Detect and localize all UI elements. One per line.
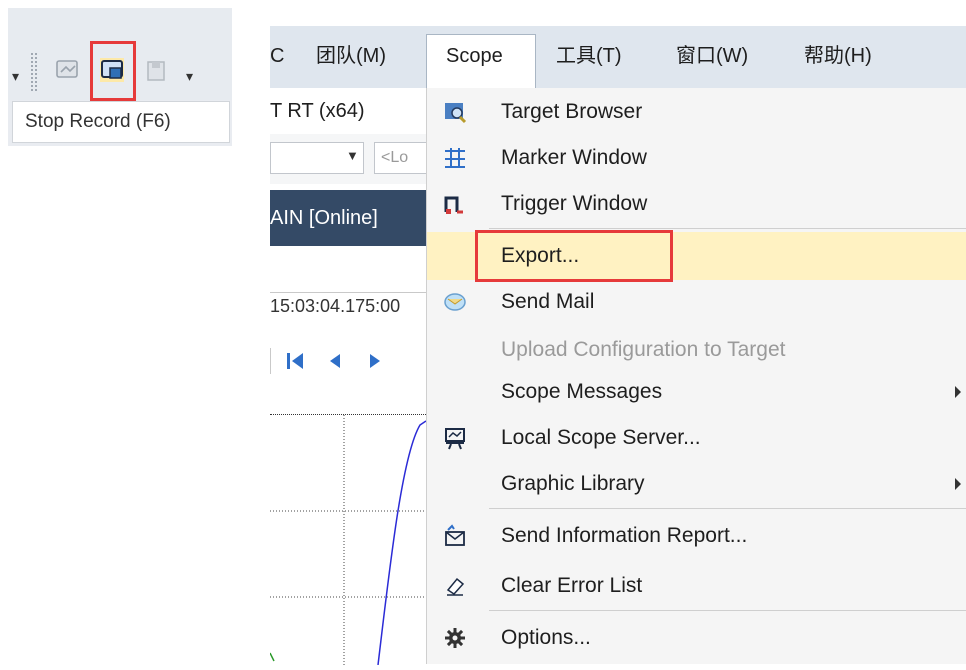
menu-label: Options... bbox=[501, 626, 591, 649]
send-report-icon bbox=[445, 524, 465, 546]
menu-label: Marker Window bbox=[501, 146, 647, 169]
annotation-highlight-box bbox=[90, 41, 136, 101]
toolbar-crop: ▾ ▾ Stop Record (F6) bbox=[8, 8, 232, 146]
save-icon[interactable] bbox=[144, 56, 172, 84]
toolbar-strip: ▾ ▾ bbox=[8, 8, 232, 101]
scope-dropdown-menu: Target Browser Marker Window Trigger Win… bbox=[426, 88, 966, 664]
toolbar-overflow-left-icon[interactable]: ▾ bbox=[12, 68, 19, 85]
eraser-icon bbox=[446, 577, 465, 596]
next-icon[interactable] bbox=[364, 350, 386, 372]
menu-item-clear-error-list[interactable]: Clear Error List bbox=[427, 562, 966, 610]
scope-plot-area[interactable] bbox=[269, 414, 427, 666]
scope-nav-bar bbox=[270, 342, 426, 382]
previous-icon[interactable] bbox=[324, 350, 346, 372]
menu-label: Clear Error List bbox=[501, 574, 643, 597]
scope-plot-svg bbox=[269, 415, 427, 666]
document-tab[interactable]: AIN [Online] bbox=[270, 190, 426, 246]
menu-label: Local Scope Server... bbox=[501, 426, 701, 449]
toolbar-overflow-right-icon[interactable]: ▾ bbox=[186, 68, 193, 85]
signal-trace-2 bbox=[269, 652, 275, 662]
divider bbox=[270, 292, 426, 293]
menu-item-help[interactable]: 帮助(H) bbox=[804, 38, 872, 74]
menu-label: Scope Messages bbox=[501, 380, 663, 403]
platform-select[interactable]: T RT (x64) bbox=[270, 92, 364, 130]
local-scope-server-icon bbox=[445, 428, 465, 450]
menu-item-options[interactable]: Options... bbox=[427, 614, 966, 662]
target-browser-icon bbox=[445, 103, 467, 124]
menu-label: Send Mail bbox=[501, 290, 595, 313]
document-tab-label: AIN [Online] bbox=[270, 207, 378, 229]
menu-item-local-scope-server[interactable]: Local Scope Server... bbox=[427, 414, 966, 462]
menu-label: Trigger Window bbox=[501, 192, 648, 215]
menu-item-window[interactable]: 窗口(W) bbox=[676, 38, 748, 74]
menu-item-upload-configuration: Upload Configuration to Target bbox=[427, 326, 966, 374]
app-window-crop: C 团队(M) Scope 工具(T) 窗口(W) 帮助(H) T RT (x6… bbox=[269, 0, 966, 666]
submenu-arrow-icon bbox=[955, 386, 961, 398]
menu-item-send-information-report[interactable]: Send Information Report... bbox=[427, 512, 966, 560]
submenu-arrow-icon bbox=[955, 478, 961, 490]
menu-label: Graphic Library bbox=[501, 472, 645, 495]
menu-item-marker-window[interactable]: Marker Window bbox=[427, 134, 966, 182]
stop-record-tooltip: Stop Record (F6) bbox=[12, 101, 230, 143]
menu-separator bbox=[489, 610, 966, 611]
menu-item-send-mail[interactable]: Send Mail bbox=[427, 278, 966, 326]
menu-item-graphic-library[interactable]: Graphic Library bbox=[427, 460, 966, 508]
menu-item-trigger-window[interactable]: Trigger Window bbox=[427, 180, 966, 228]
marker-window-icon bbox=[445, 148, 465, 168]
toolbar-grip[interactable] bbox=[30, 52, 38, 92]
menu-separator bbox=[489, 228, 966, 229]
start-record-icon[interactable] bbox=[54, 56, 82, 84]
menu-item-target-browser[interactable]: Target Browser bbox=[427, 88, 966, 136]
annotation-highlight-box bbox=[475, 230, 673, 282]
timestamp-label: 15:03:04.175:00 bbox=[270, 296, 401, 316]
divider bbox=[270, 348, 271, 374]
menu-label: Send Information Report... bbox=[501, 524, 748, 547]
chevron-down-icon[interactable]: ▼ bbox=[346, 148, 359, 163]
menu-item-partial[interactable]: C bbox=[270, 38, 284, 74]
menu-item-scope-messages[interactable]: Scope Messages bbox=[427, 368, 966, 416]
signal-trace bbox=[377, 420, 427, 666]
menu-separator bbox=[489, 508, 966, 509]
menu-label: Upload Configuration to Target bbox=[501, 338, 786, 361]
menu-item-scope[interactable]: Scope bbox=[446, 38, 503, 74]
trigger-window-icon bbox=[444, 196, 463, 214]
menu-item-tools[interactable]: 工具(T) bbox=[556, 38, 622, 74]
send-mail-icon bbox=[444, 293, 466, 311]
menu-label: Target Browser bbox=[501, 100, 643, 123]
first-page-icon[interactable] bbox=[284, 350, 306, 372]
gear-icon bbox=[445, 628, 465, 648]
location-combobox[interactable]: <Lo bbox=[374, 142, 426, 174]
menu-item-team[interactable]: 团队(M) bbox=[316, 38, 386, 74]
